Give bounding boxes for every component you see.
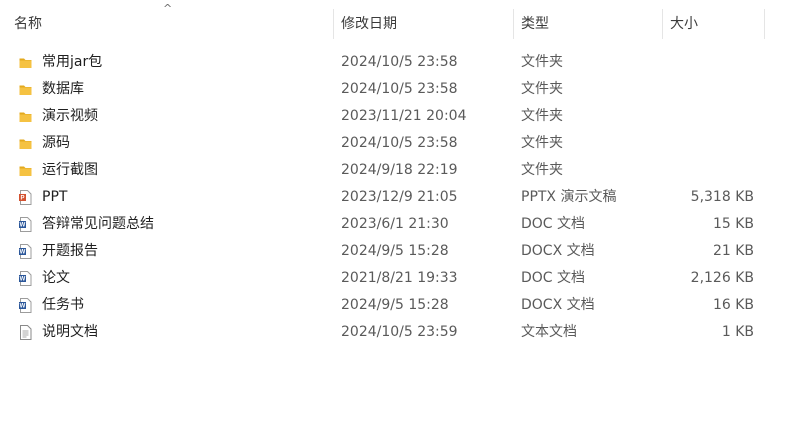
folder-icon: [17, 54, 34, 71]
file-size: 2,126 KB: [690, 270, 754, 286]
file-size: [664, 157, 754, 184]
file-type: 文件夹: [521, 108, 563, 124]
word-document-icon: W: [17, 270, 34, 287]
column-divider[interactable]: [662, 9, 663, 39]
column-header-bar: ^ 名称 修改日期 类型 大小: [0, 0, 805, 48]
file-name: 数据库: [42, 81, 84, 97]
svg-text:W: W: [20, 304, 26, 310]
file-row[interactable]: 常用jar包 2024/10/5 23:58 文件夹: [0, 49, 805, 76]
column-divider[interactable]: [333, 9, 334, 39]
folder-icon: [17, 135, 34, 152]
file-name: 任务书: [42, 297, 84, 313]
file-row[interactable]: W 答辩常见问题总结 2023/6/1 21:30 DOC 文档 15 KB: [0, 211, 805, 238]
file-list: 常用jar包 2024/10/5 23:58 文件夹 数据库 2024/10/5 23:…: [0, 49, 805, 346]
file-type: DOC 文档: [521, 270, 586, 286]
file-row[interactable]: 数据库 2024/10/5 23:58 文件夹: [0, 76, 805, 103]
powerpoint-icon: P: [17, 189, 34, 206]
file-name: 常用jar包: [42, 54, 103, 70]
file-size: 1 KB: [721, 324, 754, 340]
file-row[interactable]: W 开题报告 2024/9/5 15:28 DOCX 文档 21 KB: [0, 238, 805, 265]
file-type: 文件夹: [521, 135, 563, 151]
file-name: 开题报告: [42, 243, 98, 259]
file-size: 16 KB: [712, 297, 754, 313]
file-date-modified: 2023/12/9 21:05: [341, 189, 458, 205]
word-document-icon: W: [17, 243, 34, 260]
column-divider[interactable]: [513, 9, 514, 39]
file-size: 15 KB: [712, 216, 754, 232]
folder-icon: [17, 81, 34, 98]
file-type: PPTX 演示文稿: [521, 189, 617, 205]
file-date-modified: 2024/9/5 15:28: [341, 297, 449, 313]
file-size: [664, 76, 754, 103]
file-type: 文件夹: [521, 54, 563, 70]
word-document-icon: W: [17, 216, 34, 233]
file-date-modified: 2024/10/5 23:59: [341, 324, 458, 340]
file-type: 文本文档: [521, 324, 577, 340]
file-date-modified: 2023/6/1 21:30: [341, 216, 449, 232]
text-document-icon: [17, 324, 34, 341]
file-date-modified: 2023/11/21 20:04: [341, 108, 467, 124]
column-header-size[interactable]: 大小: [664, 0, 764, 48]
file-date-modified: 2024/9/5 15:28: [341, 243, 449, 259]
file-name: 运行截图: [42, 162, 98, 178]
folder-icon: [17, 108, 34, 125]
file-name: 答辩常见问题总结: [42, 216, 154, 232]
file-type: DOCX 文档: [521, 243, 595, 259]
folder-icon: [17, 162, 34, 179]
column-divider[interactable]: [764, 9, 765, 39]
file-type: 文件夹: [521, 162, 563, 178]
file-size: [664, 130, 754, 157]
file-row[interactable]: 源码 2024/10/5 23:58 文件夹: [0, 130, 805, 157]
svg-text:P: P: [20, 196, 24, 202]
file-size: 5,318 KB: [690, 189, 754, 205]
file-row[interactable]: P PPT 2023/12/9 21:05 PPTX 演示文稿 5,318 KB: [0, 184, 805, 211]
file-date-modified: 2024/9/18 22:19: [341, 162, 458, 178]
file-row[interactable]: W 任务书 2024/9/5 15:28 DOCX 文档 16 KB: [0, 292, 805, 319]
file-date-modified: 2021/8/21 19:33: [341, 270, 458, 286]
file-row[interactable]: W 论文 2021/8/21 19:33 DOC 文档 2,126 KB: [0, 265, 805, 292]
file-date-modified: 2024/10/5 23:58: [341, 54, 458, 70]
file-name: 论文: [42, 270, 70, 286]
svg-text:W: W: [20, 277, 26, 283]
file-date-modified: 2024/10/5 23:58: [341, 135, 458, 151]
file-row[interactable]: 演示视频 2023/11/21 20:04 文件夹: [0, 103, 805, 130]
file-row[interactable]: 运行截图 2024/9/18 22:19 文件夹: [0, 157, 805, 184]
file-type: 文件夹: [521, 81, 563, 97]
file-row[interactable]: 说明文档 2024/10/5 23:59 文本文档 1 KB: [0, 319, 805, 346]
column-header-date-modified[interactable]: 修改日期: [335, 0, 513, 48]
file-type: DOCX 文档: [521, 297, 595, 313]
file-name: 源码: [42, 135, 70, 151]
svg-text:W: W: [20, 250, 26, 256]
file-name: 说明文档: [42, 324, 98, 340]
file-name: PPT: [42, 189, 68, 205]
column-header-type[interactable]: 类型: [515, 0, 662, 48]
file-size: [664, 103, 754, 130]
svg-text:W: W: [20, 223, 26, 229]
word-document-icon: W: [17, 297, 34, 314]
file-size: 21 KB: [712, 243, 754, 259]
column-header-name[interactable]: 名称: [8, 0, 333, 48]
file-name: 演示视频: [42, 108, 98, 124]
file-date-modified: 2024/10/5 23:58: [341, 81, 458, 97]
file-size: [664, 49, 754, 76]
file-type: DOC 文档: [521, 216, 586, 232]
